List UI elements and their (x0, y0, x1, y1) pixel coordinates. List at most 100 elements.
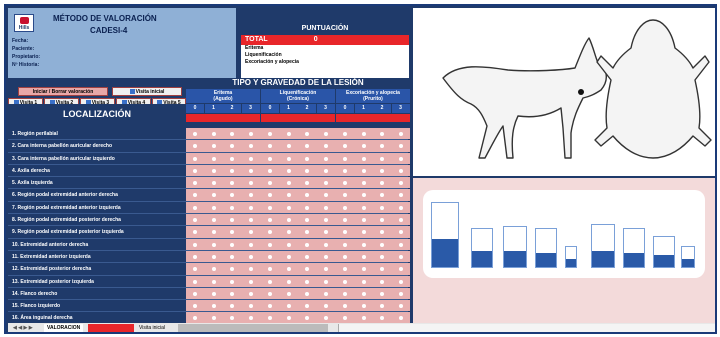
score-radio[interactable] (380, 316, 384, 321)
score-radio[interactable] (286, 132, 291, 136)
score-radio[interactable] (286, 218, 291, 223)
score-radio[interactable] (211, 193, 216, 198)
score-radio[interactable] (268, 156, 272, 161)
score-radio[interactable] (305, 230, 309, 235)
score-radio[interactable] (398, 168, 403, 173)
score-radio[interactable] (305, 291, 309, 296)
score-radio[interactable] (193, 218, 197, 223)
score-radio[interactable] (380, 254, 384, 259)
score-radio[interactable] (380, 168, 384, 173)
score-radio[interactable] (248, 218, 253, 223)
score-radio[interactable] (323, 279, 328, 284)
score-radio[interactable] (323, 205, 328, 210)
score-radio[interactable] (248, 230, 253, 235)
score-radio[interactable] (230, 168, 234, 173)
score-radio[interactable] (361, 316, 366, 321)
score-radio[interactable] (343, 168, 347, 173)
score-radio[interactable] (230, 193, 234, 198)
score-radio[interactable] (268, 218, 272, 223)
score-radio[interactable] (193, 205, 197, 210)
score-radio[interactable] (230, 279, 234, 284)
score-radio[interactable] (193, 230, 197, 235)
score-radio[interactable] (286, 267, 291, 272)
score-radio[interactable] (248, 156, 253, 161)
score-radio[interactable] (230, 316, 234, 321)
score-radio[interactable] (323, 291, 328, 296)
score-radio[interactable] (230, 156, 234, 161)
reset-assessment-button[interactable]: Iniciar / Borrar valoración (18, 87, 108, 96)
score-radio[interactable] (211, 144, 216, 149)
score-radio[interactable] (343, 193, 347, 198)
score-radio[interactable] (361, 230, 366, 235)
score-radio[interactable] (230, 218, 234, 223)
score-radio[interactable] (286, 181, 291, 186)
score-radio[interactable] (193, 181, 197, 186)
score-radio[interactable] (343, 304, 347, 309)
score-radio[interactable] (305, 132, 309, 136)
score-radio[interactable] (343, 291, 347, 296)
score-radio[interactable] (398, 230, 403, 235)
score-radio[interactable] (380, 193, 384, 198)
sheet-nav-arrows-icon[interactable]: ◀ ◀ ▶ ▶ (10, 324, 36, 332)
score-radio[interactable] (193, 168, 197, 173)
score-radio[interactable] (305, 181, 309, 186)
score-radio[interactable] (398, 132, 403, 136)
score-radio[interactable] (248, 181, 253, 186)
score-radio[interactable] (361, 168, 366, 173)
score-radio[interactable] (361, 144, 366, 149)
score-radio[interactable] (361, 132, 366, 136)
score-radio[interactable] (398, 267, 403, 272)
score-radio[interactable] (268, 279, 272, 284)
score-radio[interactable] (398, 279, 403, 284)
score-radio[interactable] (230, 267, 234, 272)
score-radio[interactable] (323, 156, 328, 161)
score-radio[interactable] (193, 193, 197, 198)
score-radio[interactable] (286, 242, 291, 247)
score-radio[interactable] (211, 279, 216, 284)
score-radio[interactable] (248, 279, 253, 284)
score-radio[interactable] (230, 242, 234, 247)
score-radio[interactable] (230, 181, 234, 186)
score-radio[interactable] (248, 242, 253, 247)
score-radio[interactable] (268, 230, 272, 235)
sheet-tabs-other[interactable] (178, 324, 328, 332)
score-radio[interactable] (193, 304, 197, 309)
score-radio[interactable] (268, 181, 272, 186)
score-radio[interactable] (268, 267, 272, 272)
score-radio[interactable] (211, 181, 216, 186)
score-radio[interactable] (323, 230, 328, 235)
score-radio[interactable] (211, 230, 216, 235)
score-radio[interactable] (343, 132, 347, 136)
score-radio[interactable] (230, 304, 234, 309)
score-radio[interactable] (268, 144, 272, 149)
score-radio[interactable] (343, 267, 347, 272)
score-radio[interactable] (286, 291, 291, 296)
score-radio[interactable] (286, 316, 291, 321)
score-radio[interactable] (211, 316, 216, 321)
score-radio[interactable] (343, 181, 347, 186)
score-radio[interactable] (323, 267, 328, 272)
score-radio[interactable] (268, 132, 272, 136)
score-radio[interactable] (230, 230, 234, 235)
score-radio[interactable] (361, 304, 366, 309)
score-radio[interactable] (193, 254, 197, 259)
score-radio[interactable] (343, 144, 347, 149)
score-radio[interactable] (286, 205, 291, 210)
score-radio[interactable] (268, 168, 272, 173)
score-radio[interactable] (398, 144, 403, 149)
score-radio[interactable] (380, 291, 384, 296)
score-radio[interactable] (398, 291, 403, 296)
score-radio[interactable] (286, 144, 291, 149)
score-radio[interactable] (305, 218, 309, 223)
score-radio[interactable] (398, 304, 403, 309)
score-radio[interactable] (248, 316, 253, 321)
score-radio[interactable] (211, 156, 216, 161)
score-radio[interactable] (343, 218, 347, 223)
score-radio[interactable] (193, 132, 197, 136)
score-radio[interactable] (193, 279, 197, 284)
score-radio[interactable] (248, 132, 253, 136)
score-radio[interactable] (380, 132, 384, 136)
score-radio[interactable] (323, 254, 328, 259)
score-radio[interactable] (211, 291, 216, 296)
score-radio[interactable] (248, 254, 253, 259)
